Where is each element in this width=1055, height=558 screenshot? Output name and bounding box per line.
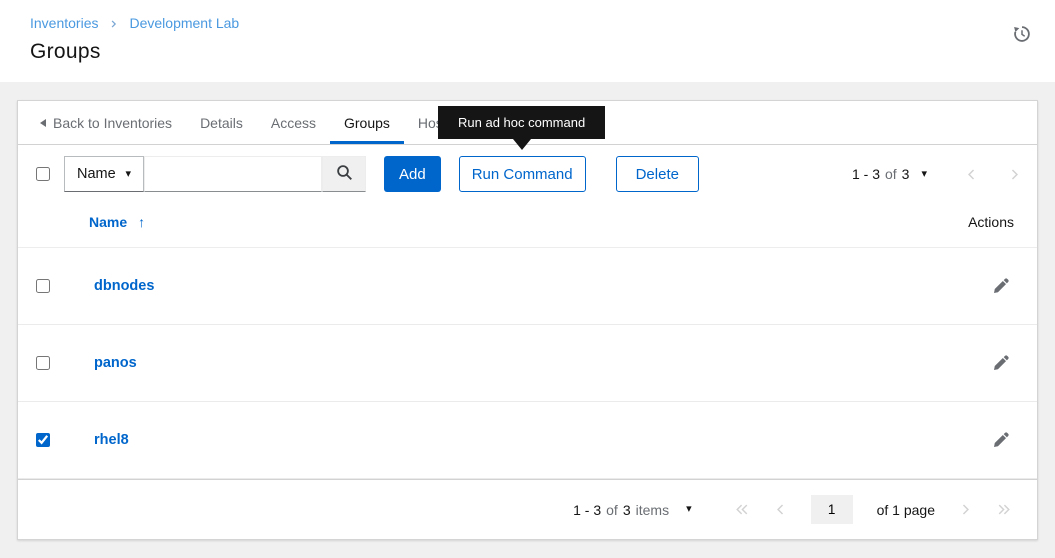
delete-button[interactable]: Delete [615, 156, 699, 192]
page-number-input[interactable] [810, 495, 853, 524]
page-navigation: of 1 page [734, 495, 1012, 524]
chevron-left-icon [965, 169, 978, 184]
search-icon [336, 164, 353, 184]
run-command-button[interactable]: Run Command [458, 156, 586, 192]
list-toolbar: Name ▾ Add Run Command Delete 1 - 3 of 3 [18, 145, 1037, 197]
breadcrumb-chevron-icon [109, 19, 118, 29]
page-count-label: of 1 page [876, 501, 935, 518]
table-row: dbnodes [18, 248, 1037, 325]
sort-ascending-icon: ↑ [138, 214, 146, 230]
page-title: Groups [30, 40, 101, 63]
double-chevron-right-icon [996, 504, 1012, 519]
chevron-right-icon [959, 504, 972, 519]
search-button[interactable] [322, 156, 366, 192]
tab-access[interactable]: Access [257, 101, 330, 144]
pencil-icon [992, 277, 1009, 298]
pencil-icon [992, 431, 1009, 452]
column-header-name[interactable]: Name ↑ [89, 214, 145, 230]
history-button[interactable] [1012, 24, 1032, 44]
row-checkbox[interactable] [36, 356, 50, 370]
next-page-button[interactable] [1008, 168, 1021, 181]
back-arrow-icon [40, 118, 46, 127]
history-icon [1012, 26, 1032, 47]
group-name-link[interactable]: panos [94, 355, 137, 371]
content-area: Back to Inventories Details Access Group… [0, 82, 1055, 558]
next-page-button[interactable] [959, 503, 972, 516]
edit-button[interactable] [986, 349, 1015, 378]
tab-details[interactable]: Details [186, 101, 257, 144]
page-header: Inventories Development Lab Groups [0, 0, 1055, 82]
filter-type-select[interactable]: Name ▾ [64, 156, 144, 192]
select-all-checkbox[interactable] [36, 167, 50, 181]
chevron-down-icon: ▾ [125, 167, 131, 180]
tab-back-to-inventories[interactable]: Back to Inventories [26, 101, 186, 144]
group-name-link[interactable]: dbnodes [94, 278, 154, 294]
chevron-left-icon [774, 504, 787, 519]
prev-page-button[interactable] [965, 168, 978, 181]
pagination-top: 1 - 3 of 3 ▾ [852, 166, 1021, 182]
last-page-button[interactable] [996, 503, 1012, 516]
pagination-total: 3 [901, 166, 910, 182]
table-header: Name ↑ Actions [18, 197, 1037, 248]
breadcrumb-link-inventories[interactable]: Inventories [30, 15, 98, 31]
column-header-actions: Actions [968, 214, 1014, 230]
double-chevron-left-icon [734, 504, 750, 519]
tab-groups[interactable]: Groups [330, 101, 404, 144]
items-summary: 1 - 3 of 3 items ▾ [573, 501, 692, 518]
groups-panel: Back to Inventories Details Access Group… [17, 100, 1038, 540]
pagination-range: 1 - 3 [851, 166, 880, 182]
edit-button[interactable] [986, 272, 1015, 301]
table-row: rhel8 [18, 402, 1037, 479]
chevron-right-icon [1008, 169, 1021, 184]
tooltip-run-ad-hoc-command: Run ad hoc command [438, 106, 606, 150]
group-name-link[interactable]: rhel8 [94, 432, 129, 448]
prev-page-button[interactable] [774, 503, 787, 516]
search-input[interactable] [144, 156, 322, 192]
row-checkbox[interactable] [36, 279, 50, 293]
breadcrumb-link-development-lab[interactable]: Development Lab [129, 15, 239, 31]
items-per-page-toggle[interactable]: ▾ [686, 504, 692, 515]
edit-button[interactable] [986, 426, 1015, 455]
pencil-icon [992, 354, 1009, 375]
table-row: panos [18, 325, 1037, 402]
breadcrumb: Inventories Development Lab [30, 15, 1055, 31]
first-page-button[interactable] [734, 503, 750, 516]
pagination-bottom: 1 - 3 of 3 items ▾ of 1 page [18, 479, 1037, 539]
add-button[interactable]: Add [384, 156, 441, 192]
row-checkbox[interactable] [36, 433, 50, 447]
pagination-dropdown-toggle[interactable]: ▾ [921, 168, 927, 180]
